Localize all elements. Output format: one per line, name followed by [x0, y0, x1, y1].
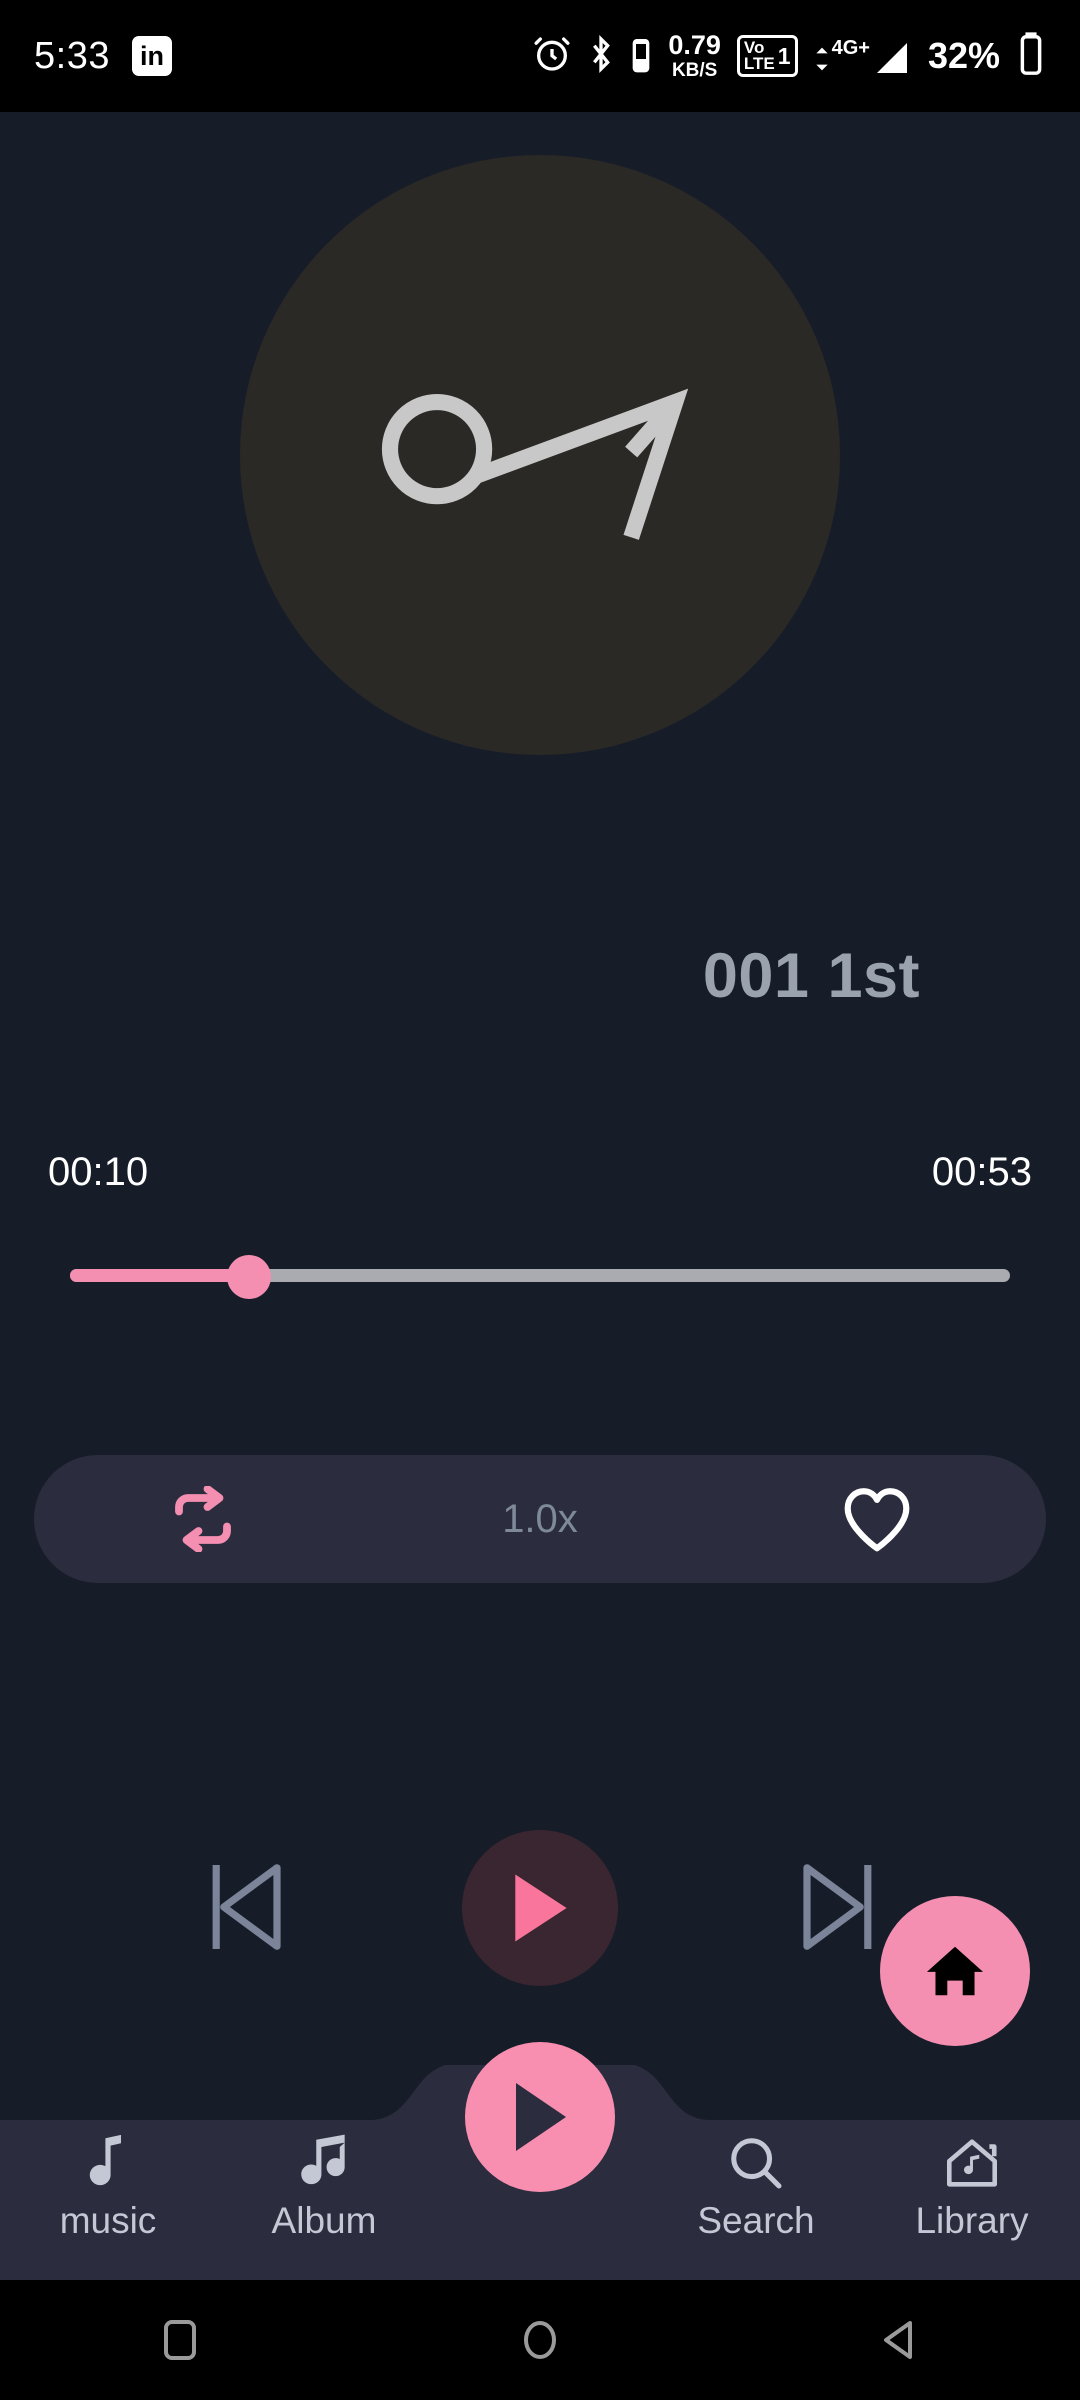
recents-button[interactable]: [120, 2280, 240, 2400]
nav-item-music[interactable]: music: [0, 2120, 216, 2242]
android-navigation-bar: [0, 2280, 1080, 2400]
music-note-icon: [381, 388, 689, 540]
nav-label-music: music: [59, 2200, 157, 2241]
status-time: 5:33: [34, 34, 110, 77]
home-button[interactable]: [480, 2280, 600, 2400]
nav-label-search: Search: [697, 2200, 815, 2241]
sim-slot-label: 1: [777, 42, 791, 69]
status-bar: 5:33 in 0.79 KB/S Vo LTE 1 4G+ 32%: [0, 0, 1080, 112]
phone-screen: 5:33 in 0.79 KB/S Vo LTE 1 4G+ 32% 001 1…: [0, 0, 1080, 2400]
favorite-button[interactable]: [709, 1485, 1046, 1553]
time-labels: 00:10 00:53: [0, 1150, 1080, 1195]
track-title: 001 1st: [702, 941, 920, 1011]
seek-progress-fill: [70, 1269, 249, 1282]
double-music-note-icon: [301, 2134, 345, 2185]
search-icon: [731, 2138, 782, 2189]
playback-speed-label: 1.0x: [502, 1496, 578, 1541]
home-fab-button[interactable]: [880, 1896, 1030, 2046]
play-icon: [516, 2083, 566, 2151]
repeat-button[interactable]: [34, 1486, 371, 1552]
bluetooth-battery-icon: [630, 34, 652, 79]
play-button[interactable]: [462, 1830, 618, 1986]
battery-icon: [1016, 31, 1046, 82]
previous-button[interactable]: [205, 1855, 289, 1964]
playback-speed-button[interactable]: 1.0x: [371, 1497, 708, 1542]
signal-bars-icon: 4G+: [814, 37, 912, 76]
center-play-fab-button[interactable]: [465, 2042, 615, 2192]
bluetooth-icon: [588, 34, 614, 79]
data-rate-indicator: 0.79 KB/S: [668, 30, 721, 81]
total-time-label: 00:53: [931, 1150, 1032, 1194]
status-bar-left: 5:33 in: [34, 35, 172, 78]
back-button[interactable]: [840, 2280, 960, 2400]
network-type-label: 4G+: [831, 36, 870, 59]
nav-label-library: Library: [915, 2200, 1029, 2241]
nav-item-library[interactable]: Library: [864, 2120, 1080, 2242]
seek-bar[interactable]: [70, 1255, 1010, 1299]
volte-icon: Vo LTE 1: [736, 34, 798, 78]
home-icon: [926, 1946, 984, 1996]
triangle-back-icon: [884, 2321, 912, 2359]
data-rate-unit: KB/S: [671, 60, 718, 81]
elapsed-time-label: 00:10: [48, 1150, 149, 1194]
heart-outline-icon: [844, 1488, 910, 1552]
nav-item-album[interactable]: Album: [216, 2120, 432, 2242]
circle-home-icon: [524, 2321, 556, 2359]
linkedin-icon: in: [131, 36, 172, 76]
play-icon: [515, 1874, 567, 1942]
nav-item-search[interactable]: Search: [648, 2120, 864, 2242]
battery-percent-label: 32%: [927, 35, 1000, 76]
status-bar-right: 0.79 KB/S Vo LTE 1 4G+ 32%: [532, 31, 1046, 82]
data-rate-value: 0.79: [668, 30, 721, 60]
single-music-note-icon: [89, 2134, 121, 2186]
album-art-area: [0, 140, 1080, 770]
seek-thumb[interactable]: [226, 1255, 271, 1299]
square-recents-icon: [164, 2320, 196, 2360]
skip-next-icon: [803, 1864, 872, 1950]
skip-previous-icon: [212, 1864, 281, 1950]
house-music-icon: [946, 2139, 998, 2187]
alarm-clock-icon: [532, 34, 572, 79]
nav-label-album: Album: [271, 2200, 377, 2241]
volte-bottom-label: LTE: [743, 54, 775, 73]
album-art-placeholder: [240, 155, 840, 755]
repeat-icon: [174, 1486, 231, 1552]
next-button[interactable]: [795, 1855, 879, 1964]
playback-options-bar: 1.0x: [34, 1455, 1046, 1583]
